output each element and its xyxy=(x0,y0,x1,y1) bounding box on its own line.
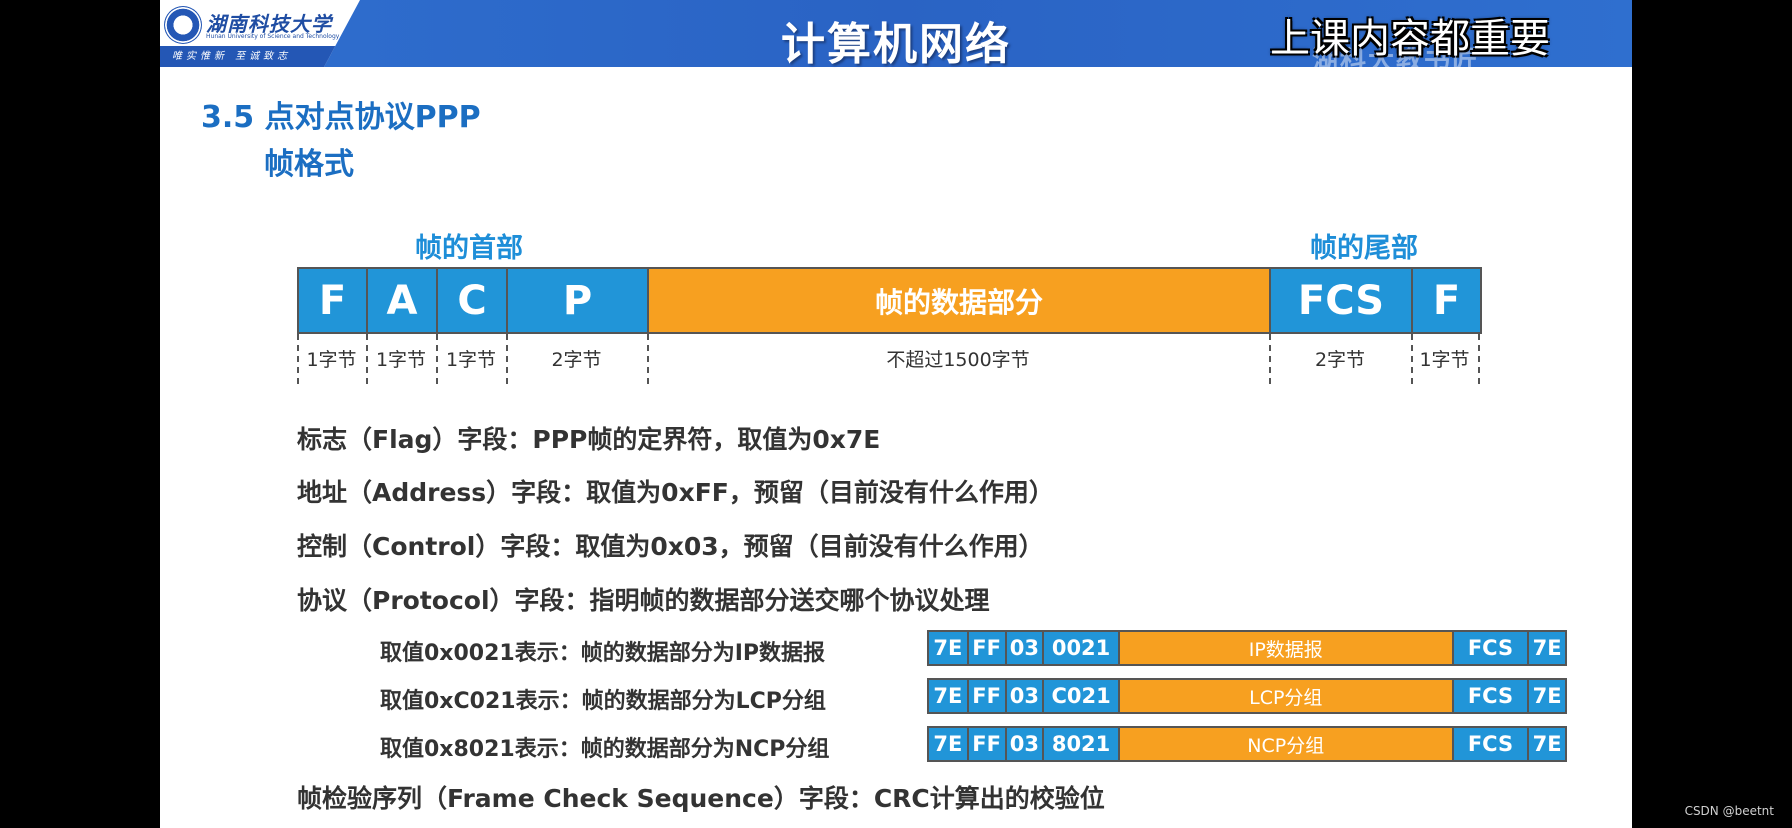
mini-field: 7E xyxy=(1529,632,1565,664)
mini-field: FCS xyxy=(1453,632,1530,664)
mini-field: FCS xyxy=(1453,728,1530,760)
size-protocol: 2字节 xyxy=(551,349,602,371)
mini-field: FF xyxy=(968,632,1007,664)
field-control: C xyxy=(438,269,508,332)
size-flag-start: 1字节 xyxy=(306,349,357,371)
csdn-watermark: CSDN @beetnt xyxy=(1684,804,1774,818)
slide: 湖南科技大学 Hunan University of Science and T… xyxy=(160,0,1632,828)
field-fcs: FCS xyxy=(1271,269,1413,332)
size-control: 1字节 xyxy=(445,349,497,371)
mini-frame-ip: 7E FF 03 0021 IP数据报 FCS 7E xyxy=(927,630,1567,666)
video-subtitle: 上课内容都重要 xyxy=(1270,16,1550,62)
mini-field: C021 xyxy=(1044,680,1120,712)
flag-description: 标志（Flag）字段：PPP帧的定界符，取值为0x7E xyxy=(297,425,881,454)
mini-field: 7E xyxy=(929,632,969,664)
field-sizes: 1字节 1字节 1字节 2字节 不超过1500字节 2字节 1字节 xyxy=(297,334,1482,386)
mini-field: 7E xyxy=(1529,680,1565,712)
field-data: 帧的数据部分 xyxy=(649,269,1271,332)
protocol-example-ip: 取值0x0021表示：帧的数据部分为IP数据报 xyxy=(380,641,826,666)
size-fcs: 2字节 xyxy=(1314,349,1366,371)
size-flag-end: 1字节 xyxy=(1419,349,1470,371)
fcs-description: 帧检验序列（Frame Check Sequence）字段：CRC计算出的校验位 xyxy=(297,784,1105,813)
section-subtitle: 帧格式 xyxy=(264,147,354,182)
size-address: 1字节 xyxy=(375,349,427,371)
address-description: 地址（Address）字段：取值为0xFF，预留（目前没有什么作用） xyxy=(297,478,1054,507)
control-description: 控制（Control）字段：取值为0x03，预留（目前没有什么作用） xyxy=(297,532,1044,561)
mini-field: 7E xyxy=(929,680,969,712)
mini-field-data: LCP分组 xyxy=(1119,680,1454,712)
ppp-frame-diagram: F A C P 帧的数据部分 FCS F xyxy=(297,267,1482,334)
mini-frame-ncp: 7E FF 03 8021 NCP分组 FCS 7E xyxy=(927,726,1567,762)
mini-field: 0021 xyxy=(1044,632,1120,664)
mini-field: 03 xyxy=(1006,632,1045,664)
mini-field: FCS xyxy=(1453,680,1530,712)
mini-frame-lcp: 7E FF 03 C021 LCP分组 FCS 7E xyxy=(927,678,1567,714)
mini-field-data: NCP分组 xyxy=(1119,728,1454,760)
field-address: A xyxy=(368,269,438,332)
protocol-example-lcp: 取值0xC021表示：帧的数据部分为LCP分组 xyxy=(380,689,826,714)
field-flag-start: F xyxy=(299,269,368,332)
mini-field-data: IP数据报 xyxy=(1119,632,1454,664)
mini-field: 03 xyxy=(1006,728,1045,760)
size-data: 不超过1500字节 xyxy=(886,349,1030,371)
mini-field: FF xyxy=(968,728,1007,760)
header-bar: 湖南科技大学 Hunan University of Science and T… xyxy=(160,0,1632,76)
field-flag-end: F xyxy=(1413,269,1480,332)
mini-field: 8021 xyxy=(1044,728,1120,760)
field-protocol: P xyxy=(508,269,649,332)
frame-trailer-label: 帧的尾部 xyxy=(1310,233,1418,264)
divider xyxy=(1478,334,1480,384)
mini-field: 03 xyxy=(1006,680,1045,712)
protocol-example-ncp: 取值0x8021表示：帧的数据部分为NCP分组 xyxy=(380,737,830,762)
protocol-description: 协议（Protocol）字段：指明帧的数据部分送交哪个协议处理 xyxy=(297,586,990,615)
frame-header-label: 帧的首部 xyxy=(415,233,523,264)
mini-field: 7E xyxy=(1529,728,1565,760)
mini-field: 7E xyxy=(929,728,969,760)
section-title: 3.5 点对点协议PPP xyxy=(201,100,481,135)
mini-field: FF xyxy=(968,680,1007,712)
